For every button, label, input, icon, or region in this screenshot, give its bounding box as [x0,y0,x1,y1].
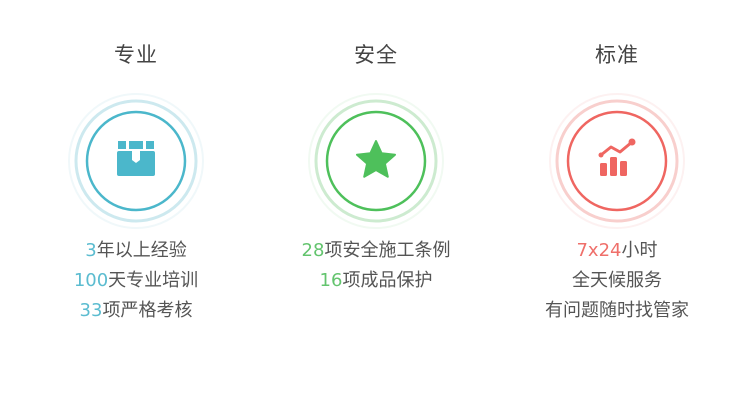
feature-details: 3年以上经验 100天专业培训 33项严格考核 [16,236,256,326]
feature-title: 专业 [114,43,158,67]
detail-line: 有问题随时找管家 [497,296,737,326]
feature-details: 7x24小时 全天候服务 有问题随时找管家 [497,236,737,326]
detail-line: 33项严格考核 [16,296,256,326]
feature-title: 安全 [354,43,398,67]
detail-line: 全天候服务 [497,266,737,296]
detail-line: 3年以上经验 [16,236,256,266]
feature-details: 28项安全施工条例 16项成品保护 [256,236,496,296]
badge-professional [66,91,206,231]
star-badge [308,93,444,229]
detail-text: 项严格考核 [102,300,193,321]
chart-badge [549,93,685,229]
detail-text: 项成品保护 [342,270,433,291]
detail-line: 28项安全施工条例 [256,236,496,266]
detail-text: 天专业培训 [108,270,199,291]
box-badge [68,93,204,229]
detail-number: 28 [301,240,325,261]
detail-number: 33 [79,300,103,321]
badge-safety [306,91,446,231]
detail-line: 7x24小时 [497,236,737,266]
detail-number: 16 [319,270,343,291]
detail-line: 100天专业培训 [16,266,256,296]
detail-text: 全天候服务 [572,270,662,291]
detail-number: 7x24 [576,240,622,261]
feature-title: 标准 [595,43,639,67]
box-icon [117,141,155,176]
detail-text: 项安全施工条例 [324,240,451,261]
badge-standard [547,91,687,231]
detail-text: 小时 [621,240,658,261]
detail-text: 有问题随时找管家 [545,300,689,321]
detail-text: 年以上经验 [96,240,187,261]
detail-number: 3 [85,240,97,261]
detail-line: 16项成品保护 [256,266,496,296]
detail-number: 100 [73,270,109,291]
